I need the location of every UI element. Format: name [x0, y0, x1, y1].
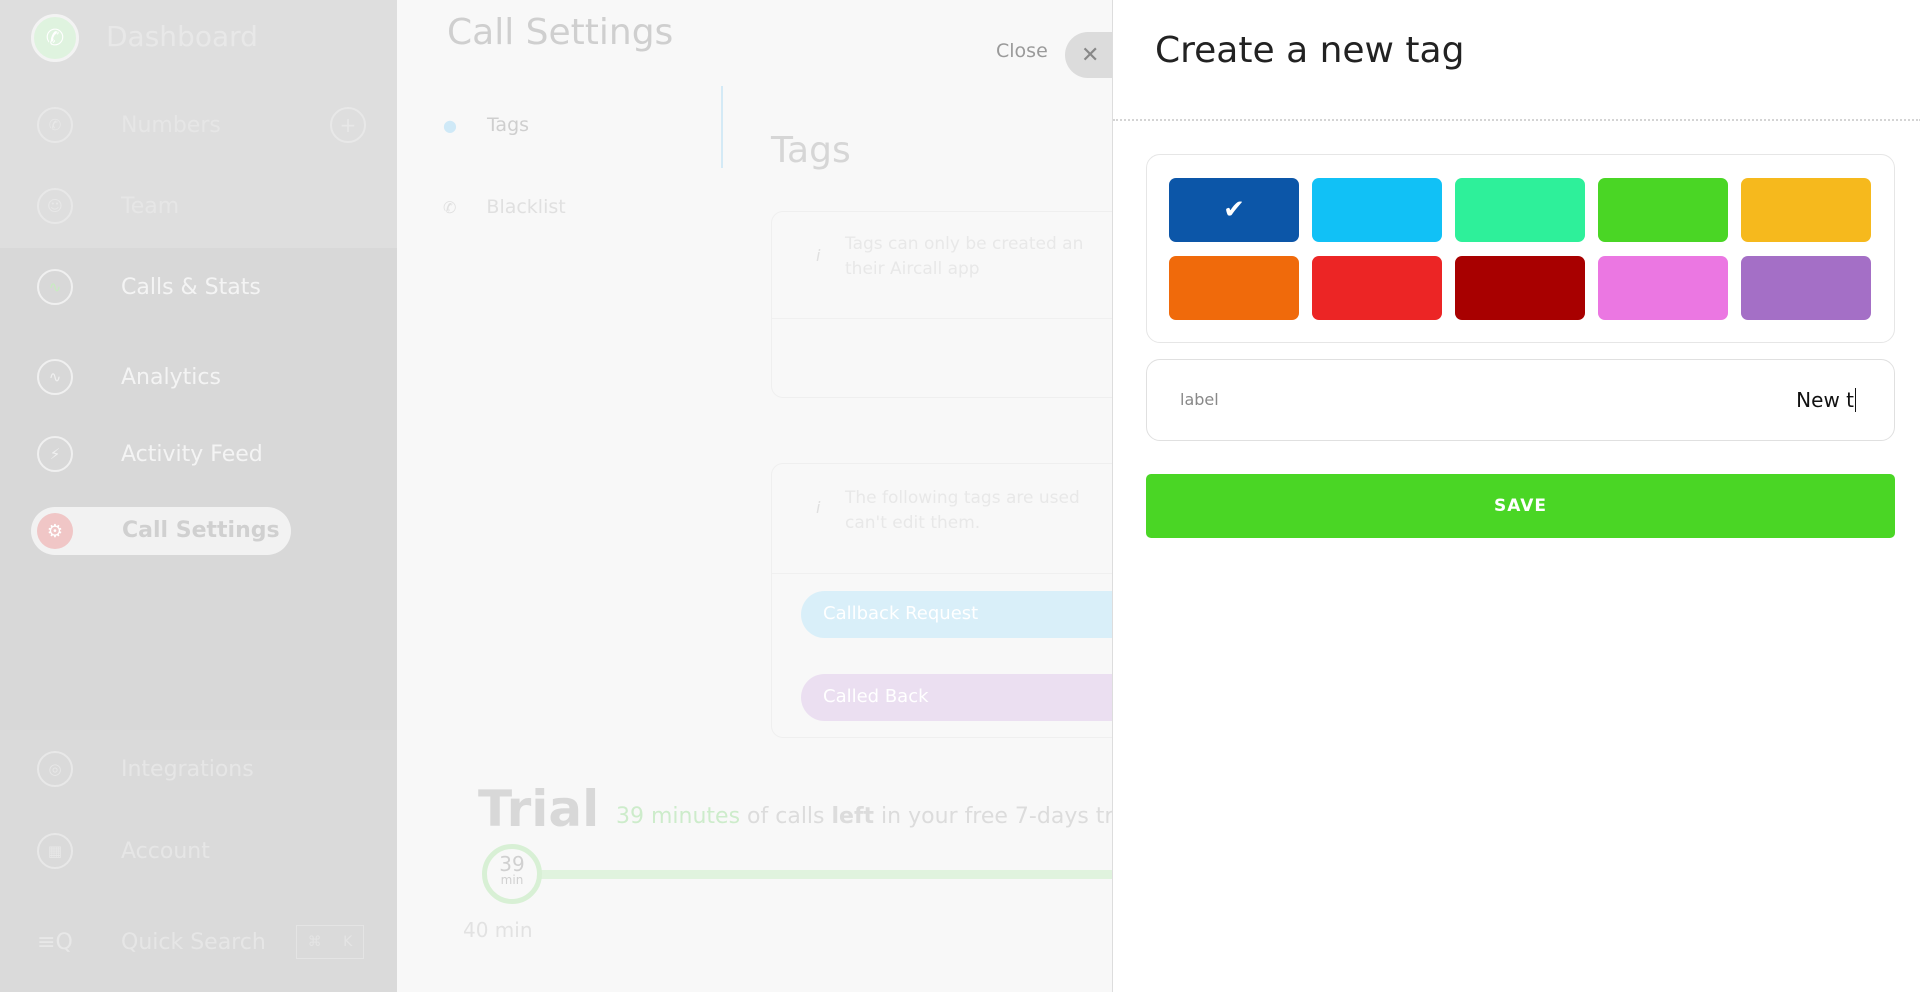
sidebar-item-integrations[interactable]: ◎ Integrations [0, 739, 397, 799]
label-value[interactable]: New t [1796, 388, 1856, 412]
gear-icon: ⚙ [37, 513, 73, 549]
color-swatch[interactable]: ✔ [1169, 178, 1299, 242]
trial-message: 39 minutes of calls left in your free 7-… [616, 804, 1112, 829]
nav-tags[interactable]: ● Tags [443, 114, 529, 136]
phone-icon: ✆ [37, 107, 73, 143]
building-icon: ▦ [37, 833, 73, 869]
color-swatch[interactable] [1598, 178, 1728, 242]
stats-icon: ∿ [37, 269, 73, 305]
create-tag-panel: Create a new tag ✔ label New t SAVE [1112, 0, 1920, 992]
sidebar-item-activity-feed[interactable]: ⚡ Activity Feed [0, 424, 397, 484]
color-swatch[interactable] [1312, 256, 1442, 320]
trial-progress-bar [527, 870, 1112, 879]
user-icon: ☺ [37, 188, 73, 224]
save-button[interactable]: SAVE [1146, 474, 1895, 538]
sidebar-item-numbers[interactable]: ✆ Numbers + [0, 95, 397, 155]
shortcut-badge: ⌘ K [296, 925, 364, 959]
sidebar-item-quick-search[interactable]: ≡Q Quick Search ⌘ K [0, 912, 397, 972]
default-tags-card: i The following tags are used can't edit … [771, 463, 1131, 738]
check-icon: ✔ [1223, 195, 1245, 225]
color-swatch[interactable] [1741, 256, 1871, 320]
color-swatch[interactable] [1169, 256, 1299, 320]
close-label[interactable]: Close [996, 40, 1048, 62]
color-swatch[interactable] [1312, 178, 1442, 242]
page-title: Call Settings [447, 12, 674, 53]
sidebar: ✆ Dashboard ✆ Numbers + ☺ Team ∿ Calls & St… [0, 0, 397, 992]
integrations-icon: ◎ [37, 751, 73, 787]
tags-heading: Tags [771, 130, 851, 171]
info-icon: i [816, 498, 821, 517]
color-picker: ✔ [1146, 154, 1895, 343]
color-swatch[interactable] [1455, 256, 1585, 320]
label-input[interactable]: label New t [1146, 359, 1895, 441]
logo-icon[interactable]: ✆ [31, 14, 79, 62]
label-caption: label [1180, 390, 1219, 409]
tag-callback-request[interactable]: Callback Request [801, 591, 1130, 638]
divider [1113, 119, 1920, 121]
sidebar-item-account[interactable]: ▦ Account [0, 821, 397, 881]
nav-blacklist[interactable]: ✆ Blacklist [443, 196, 566, 218]
sidebar-item-analytics[interactable]: ∿ Analytics [0, 347, 397, 407]
blocked-phone-icon: ✆ [443, 197, 457, 217]
lightning-icon: ⚡ [37, 436, 73, 472]
call-settings-page: Call Settings Close ✕ ● Tags ✆ Blacklist… [397, 0, 1131, 992]
color-swatch[interactable] [1598, 256, 1728, 320]
info-card: i Tags can only be created an their Airca… [771, 211, 1131, 398]
analytics-icon: ∿ [37, 359, 73, 395]
search-icon: ≡Q [37, 929, 73, 955]
panel-title: Create a new tag [1155, 30, 1465, 71]
tag-called-back[interactable]: Called Back [801, 674, 1130, 721]
tag-icon: ● [443, 115, 457, 135]
trial-title: Trial [478, 780, 600, 838]
trial-total: 40 min [463, 918, 533, 942]
dashboard-link[interactable]: Dashboard [106, 20, 258, 53]
color-swatch[interactable] [1455, 178, 1585, 242]
sidebar-item-call-settings[interactable]: ⚙ Call Settings [31, 507, 291, 555]
add-number-button[interactable]: + [330, 107, 366, 143]
sidebar-item-team[interactable]: ☺ Team [0, 176, 397, 236]
trial-progress-circle: 39 min [482, 844, 542, 904]
sidebar-item-calls-stats[interactable]: ∿ Calls & Stats [0, 257, 397, 317]
nav-active-indicator [721, 86, 723, 168]
info-icon: i [816, 246, 821, 265]
color-swatch[interactable] [1741, 178, 1871, 242]
